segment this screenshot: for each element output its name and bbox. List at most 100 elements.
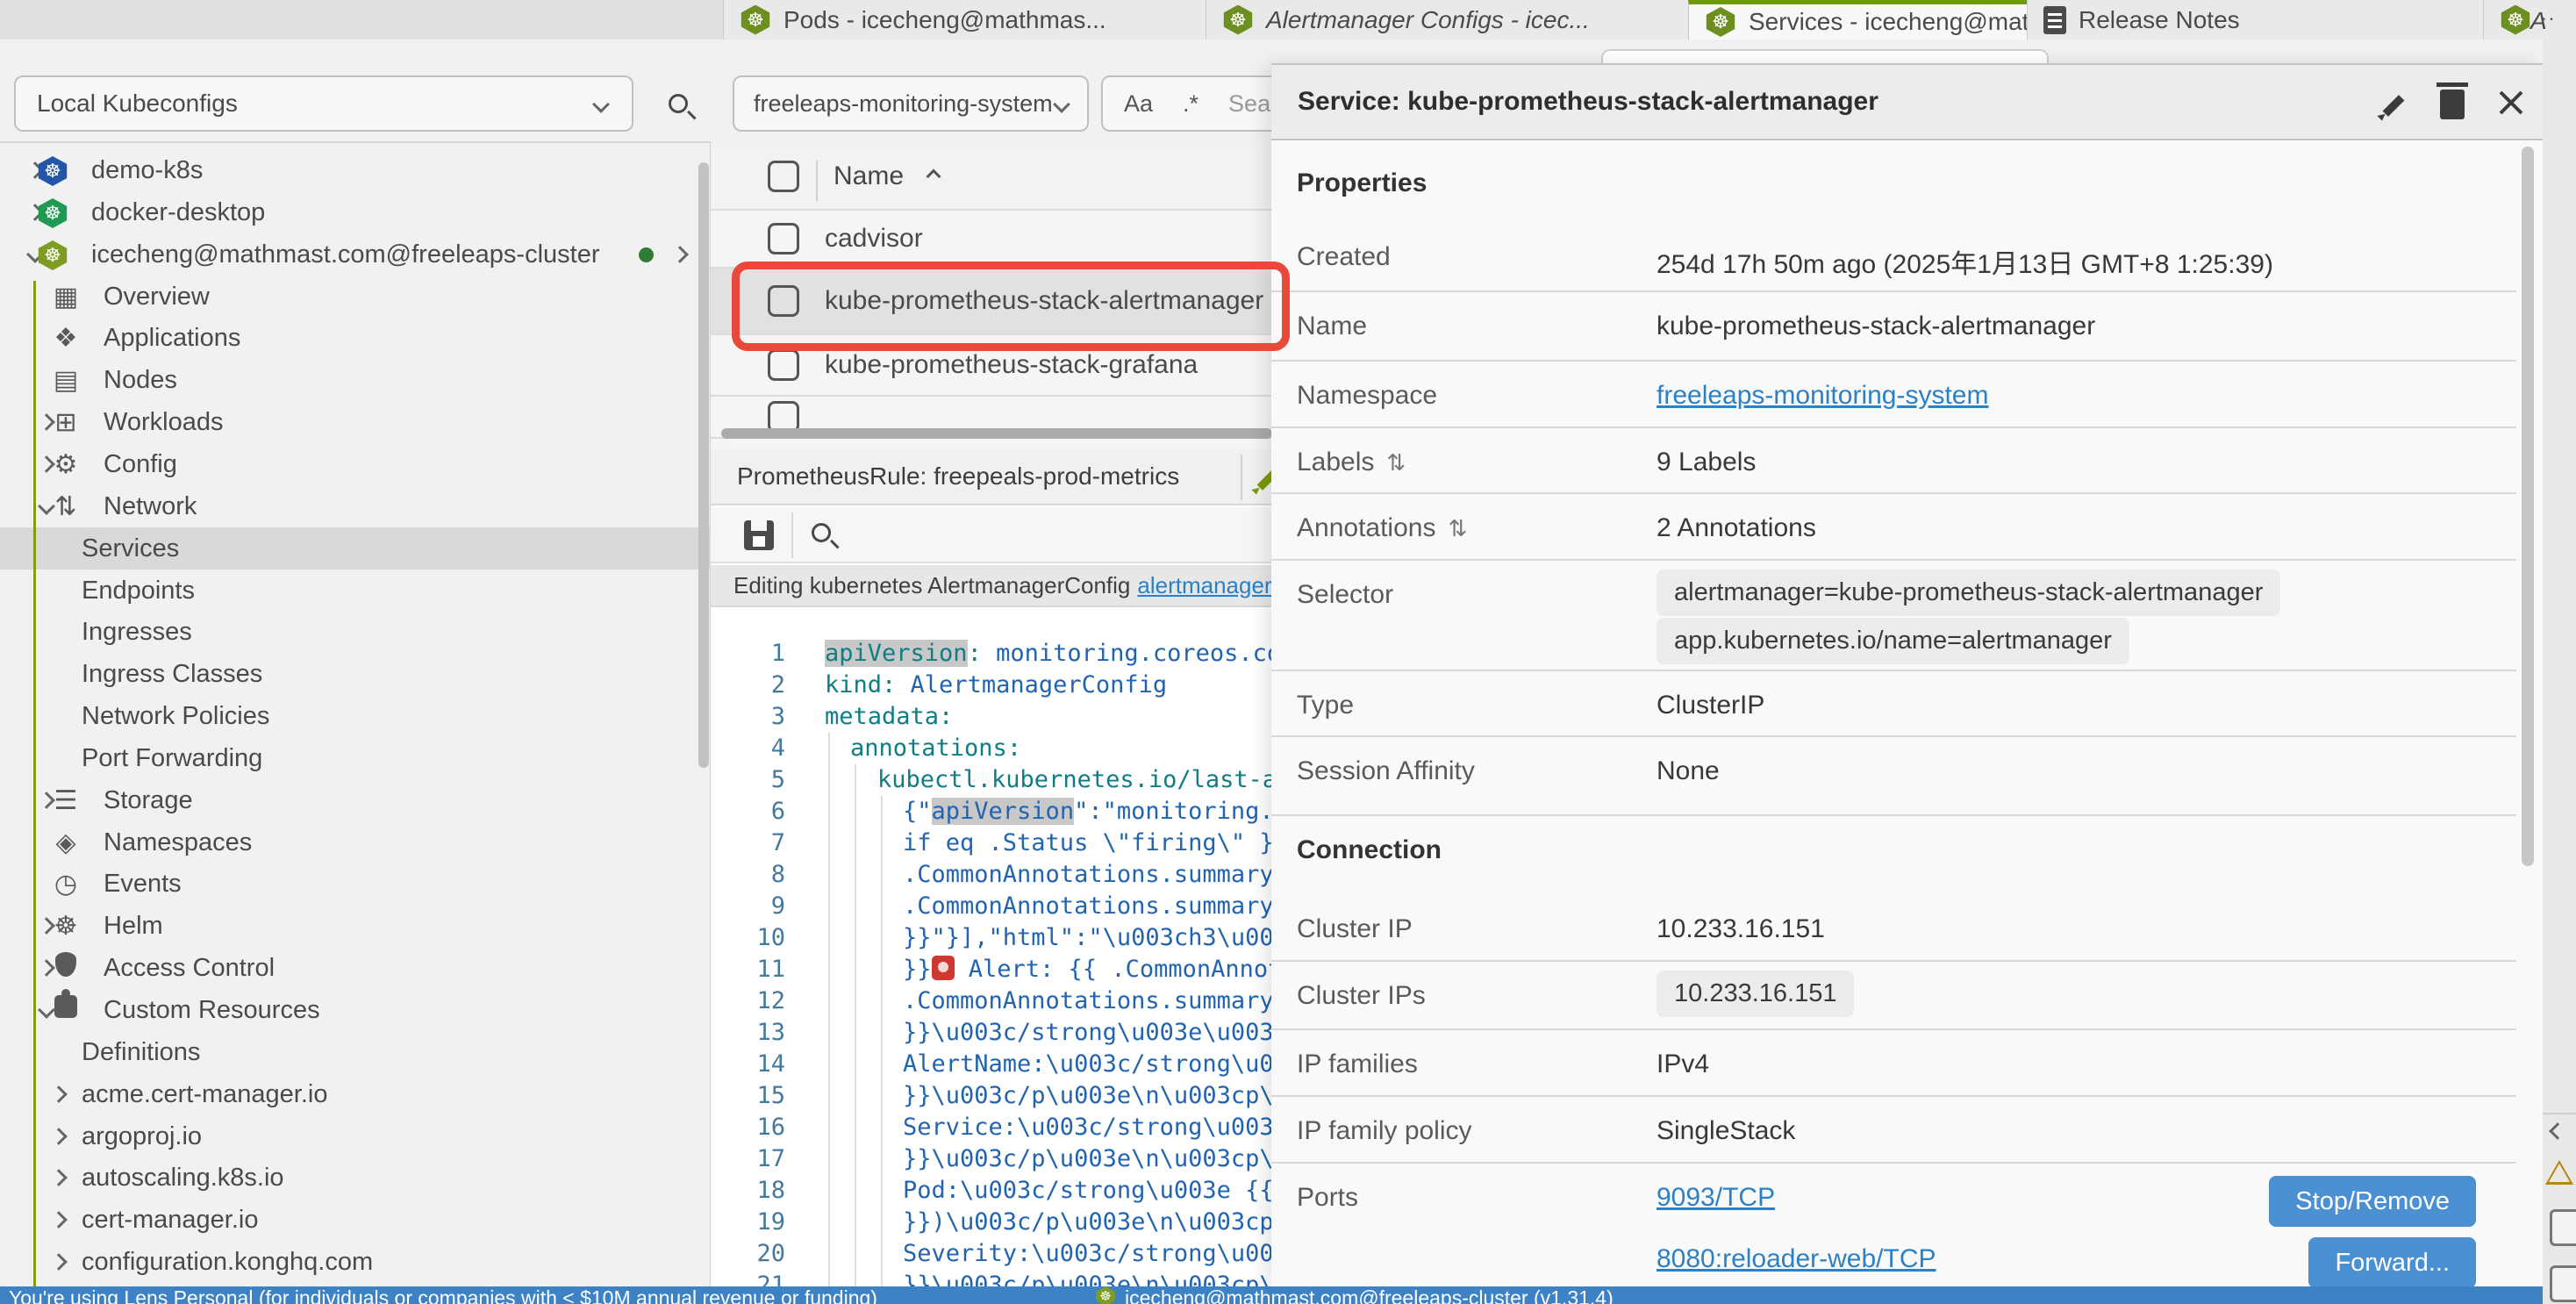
chevron-right-icon[interactable] <box>50 1085 68 1103</box>
code-token: Service:\u003c/strong\u003e { <box>903 1114 1316 1141</box>
sidebar-item-access-control[interactable]: Access Control <box>0 947 711 989</box>
sidebar-item-cert-manager-io[interactable]: cert-manager.io <box>0 1199 711 1241</box>
chevron-right-icon[interactable] <box>50 1128 68 1145</box>
sidebar-item-network[interactable]: ⇅Network <box>0 485 711 527</box>
drawer-row-created: Created254d 17h 50m ago (2025年1月13日 GMT+… <box>1271 223 2516 292</box>
sort-asc-icon[interactable] <box>927 169 941 184</box>
sidebar-item-services[interactable]: Services <box>0 527 711 570</box>
drawer-row-label: Labels⇅ <box>1297 448 1406 477</box>
stop-remove-button[interactable]: Stop/Remove <box>2269 1176 2476 1227</box>
sidebar-item-autoscaling-k8s-io[interactable]: autoscaling.k8s.io <box>0 1157 711 1199</box>
sidebar-item-endpoints[interactable]: Endpoints <box>0 570 711 612</box>
drawer-row-label: Created <box>1297 242 1391 272</box>
line-number: 2 <box>711 670 785 701</box>
kubernetes-icon: ☸ <box>37 240 68 270</box>
kubeconfig-row: Local Kubeconfigs <box>0 39 711 143</box>
line-number: 16 <box>711 1112 785 1143</box>
kubeconfig-select[interactable]: Local Kubeconfigs <box>14 75 633 132</box>
editing-object-link[interactable]: alertmanager <box>1137 572 1271 599</box>
sidebar-item-port-forwarding[interactable]: Port Forwarding <box>0 737 711 779</box>
chevron-right-icon[interactable] <box>50 1253 68 1271</box>
editor-search-icon[interactable] <box>812 523 831 542</box>
code-line: Pod:\u003c/strong\u003e {{ .Co <box>903 1175 1331 1207</box>
k8s-icon: ☸ <box>33 154 72 186</box>
port-link[interactable]: 8080:reloader-web/TCP <box>1657 1244 1936 1274</box>
code-line: }})\u003c/p\u003e\n\u003cp\u00 <box>903 1207 1331 1238</box>
column-header-name[interactable]: Name <box>834 161 904 191</box>
sidebar-item-workloads[interactable]: ⊞Workloads <box>0 401 711 443</box>
search-icon[interactable] <box>669 94 688 113</box>
sidebar-item-docker-desktop[interactable]: ☸docker-desktop <box>0 191 711 233</box>
sidebar-item-demo-k8s[interactable]: ☸demo-k8s <box>0 149 711 191</box>
tab-label: Pods - icecheng@mathmas... <box>784 6 1106 34</box>
editor-tab-title[interactable]: PrometheusRule: freepeals-prod-metrics <box>711 462 1179 491</box>
forward--button[interactable]: Forward... <box>2308 1237 2476 1288</box>
sidebar-item-custom-resources[interactable]: Custom Resources <box>0 989 711 1031</box>
sidebar-item-nodes[interactable]: ▤Nodes <box>0 359 711 401</box>
code-line: Service:\u003c/strong\u003e { <box>903 1112 1316 1143</box>
sidebar-item-network-policies[interactable]: Network Policies <box>0 695 711 737</box>
sidebar-item-events[interactable]: ◷Events <box>0 863 711 905</box>
chevron-down-icon <box>1053 96 1070 113</box>
drawer-row-value: 10.233.16.151 <box>1657 914 1825 944</box>
divider <box>816 161 818 201</box>
drawer-row-label: Namespace <box>1297 381 1437 411</box>
value-badge: app.kubernetes.io/name=alertmanager <box>1657 618 2129 664</box>
drawer-row-labels: Labels⇅9 Labels <box>1271 428 2516 494</box>
save-icon[interactable] <box>744 520 774 550</box>
tab-release-notes[interactable]: Release Notes <box>2027 0 2483 39</box>
regex-icon[interactable]: .* <box>1183 90 1199 118</box>
namespace-select[interactable]: freeleaps-monitoring-system <box>733 75 1089 132</box>
expand-rows-icon[interactable]: ⇅ <box>1386 449 1406 476</box>
delete-service-icon[interactable] <box>2440 90 2465 119</box>
sidebar-item-label: Nodes <box>104 366 177 395</box>
code-token: }})\u003c/p\u003e\n\u003cp\u00 <box>903 1208 1331 1236</box>
active-cluster-indicator <box>33 281 36 1286</box>
tab-pods-icecheng-mathmas-[interactable]: ☸Pods - icecheng@mathmas... <box>723 0 1206 39</box>
line-number: 4 <box>711 733 785 764</box>
sidebar-item-argoproj-io[interactable]: argoproj.io <box>0 1115 711 1157</box>
row-checkbox[interactable] <box>768 285 799 317</box>
chevron-right-icon[interactable] <box>671 246 689 263</box>
sidebar-item-acme-cert-manager-io[interactable]: acme.cert-manager.io <box>0 1073 711 1115</box>
drawer-header: Service: kube-prometheus-stack-alertmana… <box>1271 65 2543 140</box>
match-case-icon[interactable]: Aa <box>1124 90 1153 118</box>
sidebar-item-ingresses[interactable]: Ingresses <box>0 611 711 653</box>
namespace-select-value: freeleaps-monitoring-system <box>754 90 1053 118</box>
sidebar-scrollbar[interactable] <box>698 162 709 768</box>
select-all-checkbox[interactable] <box>768 161 799 192</box>
sidebar-item-helm[interactable]: ☸Helm <box>0 905 711 947</box>
cluster-connected-dot <box>639 247 654 262</box>
chevron-right-icon[interactable] <box>50 1211 68 1229</box>
chevron-right-icon[interactable] <box>50 1169 68 1186</box>
drawer-scrollbar[interactable] <box>2522 147 2534 866</box>
expand-rows-icon[interactable]: ⇅ <box>1448 515 1467 542</box>
cluster-status-text[interactable]: icecheng@mathmast.com@freeleaps-cluster … <box>1125 1286 1614 1304</box>
sidebar-item-overview[interactable]: ▦Overview <box>0 276 711 318</box>
edit-service-icon[interactable] <box>2379 88 2408 118</box>
drawer-row-value[interactable]: freeleaps-monitoring-system <box>1657 381 1988 411</box>
code-line: annotations: <box>850 733 1021 764</box>
service-name-cell: kube-prometheus-stack-grafana <box>825 350 1198 380</box>
sidebar-item-configuration-konghq-com[interactable]: configuration.konghq.com <box>0 1241 711 1283</box>
sidebar-item-label: Endpoints <box>82 577 195 605</box>
tab-label: Alertmanager Configs - icec... <box>1266 6 1590 34</box>
chevron-left-icon[interactable] <box>2549 1122 2566 1140</box>
horizontal-scrollbar[interactable] <box>721 428 1272 439</box>
row-checkbox[interactable] <box>768 223 799 254</box>
tab-alertmanager-configs-ice[interactable]: ☸Alertmanager Configs - icec... <box>1206 0 1688 39</box>
sidebar-item-applications[interactable]: ❖Applications <box>0 317 711 359</box>
sidebar-item-definitions[interactable]: Definitions <box>0 1031 711 1073</box>
port-link[interactable]: 9093/TCP <box>1657 1183 1775 1213</box>
code-token: AlertmanagerConfig <box>911 671 1168 699</box>
sidebar-item-ingress-classes[interactable]: Ingress Classes <box>0 653 711 695</box>
sidebar-item-config[interactable]: ⚙Config <box>0 443 711 485</box>
tab-services-icecheng-math-[interactable]: ☸Services - icecheng@math...✕ <box>1688 0 2027 39</box>
close-drawer-icon[interactable] <box>2498 88 2524 114</box>
sidebar-item-namespaces[interactable]: ◈Namespaces <box>0 821 711 863</box>
sidebar-item-storage[interactable]: ☰Storage <box>0 779 711 821</box>
row-checkbox[interactable] <box>768 349 799 381</box>
tab-clipped[interactable]: ☸ <box>2483 0 2576 39</box>
sidebar-item-icecheng-mathmast-com-freeleaps-cluster[interactable]: ☸icecheng@mathmast.com@freeleaps-cluster <box>0 233 711 276</box>
cluster-tree: ☸demo-k8s☸docker-desktop☸icecheng@mathma… <box>0 149 711 1290</box>
